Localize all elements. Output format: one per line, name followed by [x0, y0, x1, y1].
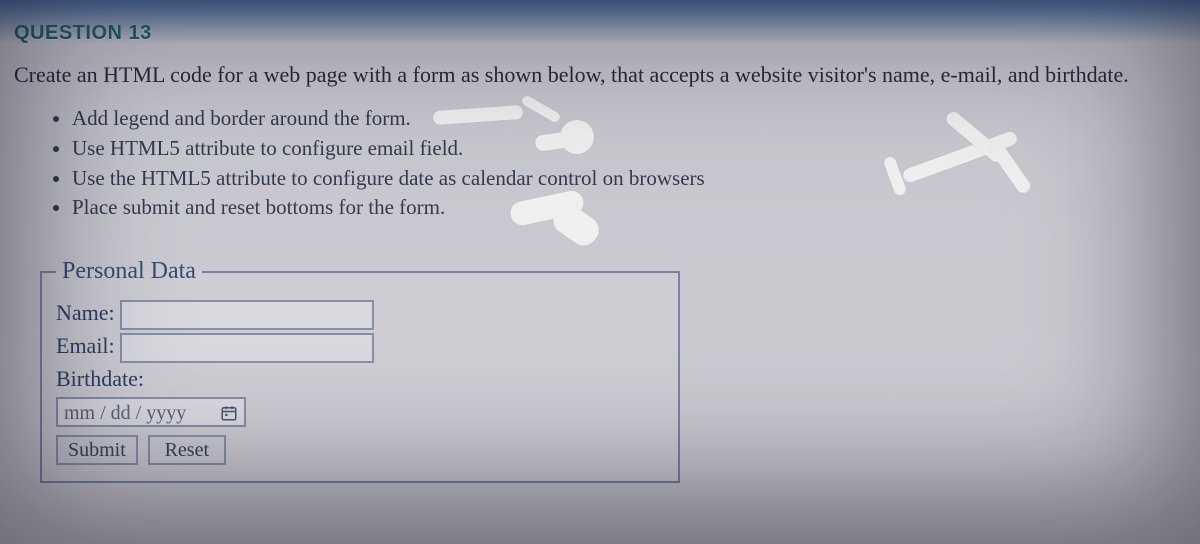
- row-birthdate: Birthdate:: [56, 366, 664, 392]
- question-prompt: Create an HTML code for a web page with …: [14, 62, 1192, 88]
- row-email: Email:: [56, 333, 664, 363]
- legend: Personal Data: [56, 258, 202, 285]
- question-number: QUESTION 13: [14, 22, 152, 45]
- date-placeholder: mm / dd / yyyy: [64, 402, 186, 424]
- page: { "question_header": "QUESTION 13", "pro…: [0, 0, 1200, 544]
- name-input[interactable]: [120, 300, 374, 330]
- birthdate-label: Birthdate:: [56, 366, 144, 392]
- button-row: Submit Reset: [56, 427, 664, 465]
- email-input[interactable]: [120, 333, 374, 363]
- reset-button[interactable]: Reset: [148, 435, 226, 465]
- row-name: Name:: [56, 300, 664, 330]
- birthdate-input[interactable]: mm / dd / yyyy: [56, 397, 246, 427]
- name-label: Name:: [56, 300, 115, 326]
- email-label: Email:: [56, 333, 115, 359]
- list-item: Add legend and border around the form.: [72, 104, 1180, 134]
- calendar-icon: [220, 404, 238, 422]
- submit-button[interactable]: Submit: [56, 435, 138, 465]
- scribble: [560, 120, 594, 154]
- fieldset-personal-data: Personal Data Name: Email: Birthdate: mm…: [40, 258, 680, 483]
- sample-form: Personal Data Name: Email: Birthdate: mm…: [40, 258, 680, 483]
- list-item: Place submit and reset bottoms for the f…: [72, 193, 1180, 223]
